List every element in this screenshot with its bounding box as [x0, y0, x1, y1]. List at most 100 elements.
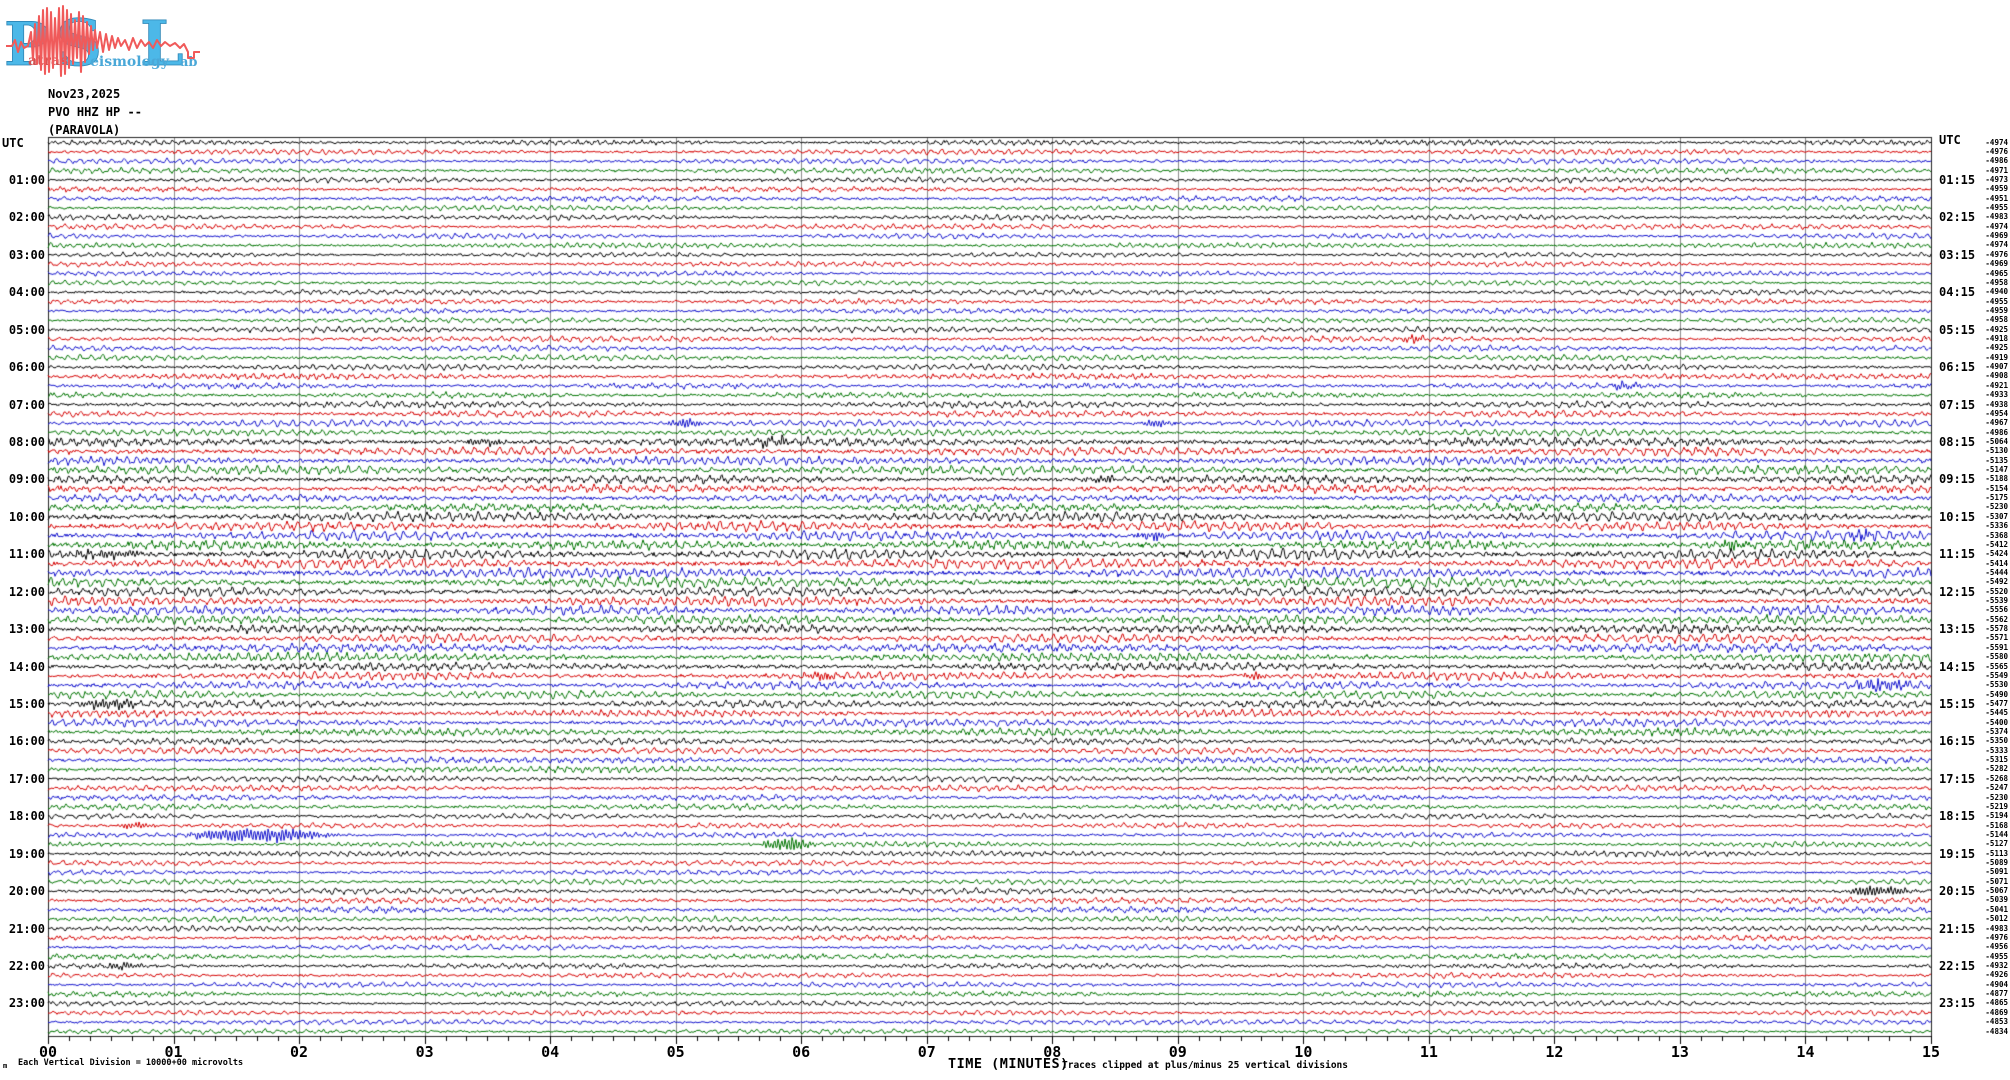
- hour-label-left: 21:00: [8, 921, 45, 936]
- trace-offset-value: -4921: [1985, 380, 2008, 390]
- trace-offset-value: -5230: [1985, 792, 2008, 802]
- hour-label-left: 06:00: [8, 360, 45, 375]
- trace-offset-value: -5064: [1985, 436, 2008, 446]
- trace-offset-value: -5562: [1985, 614, 2008, 624]
- trace-offset-value: -4925: [1985, 324, 2008, 334]
- trace-offset-value: -5520: [1985, 586, 2008, 596]
- corner-glyph: m: [3, 1062, 8, 1070]
- minute-tick-label: 04: [541, 1043, 560, 1061]
- trace-offset-value: -5230: [1985, 502, 2008, 512]
- trace-offset-value: -5268: [1985, 773, 2008, 783]
- trace-offset-value: -4965: [1985, 268, 2008, 278]
- trace-offset-value: -5154: [1985, 483, 2008, 493]
- trace-offset-value: -4959: [1985, 305, 2008, 315]
- hour-label-left: 05:00: [8, 322, 45, 337]
- trace-offset-value: -5490: [1985, 689, 2008, 699]
- trace-offset-value: -4967: [1985, 418, 2008, 428]
- trace-offset-value: -4853: [1985, 1017, 2008, 1027]
- trace-offset-value: -4976: [1985, 146, 2008, 156]
- hour-label-left: 18:00: [8, 809, 45, 824]
- trace-offset-value: -5039: [1985, 895, 2008, 905]
- hour-label-left: 08:00: [8, 434, 45, 449]
- hour-label-left: 23:00: [8, 996, 45, 1011]
- trace-offset-value: -4969: [1985, 259, 2008, 269]
- trace-offset-value: -5580: [1985, 652, 2008, 662]
- hour-label-left: 17:00: [8, 771, 45, 786]
- minute-tick-label: 11: [1419, 1043, 1438, 1061]
- trace-offset-value: -4959: [1985, 184, 2008, 194]
- trace-offset-value: -4954: [1985, 408, 2008, 418]
- trace-offset-value: -5400: [1985, 717, 2008, 727]
- hour-label-left: 13:00: [8, 622, 45, 637]
- trace-offset-value: -4834: [1985, 1026, 2008, 1036]
- trace-offset-value: -5333: [1985, 745, 2008, 755]
- trace-offset-value: -4938: [1985, 399, 2008, 409]
- trace-offset-value: -4865: [1985, 998, 2008, 1008]
- trace-offset-value: -5067: [1985, 886, 2008, 896]
- minute-tick-label: 03: [415, 1043, 434, 1061]
- trace-offset-value: -5350: [1985, 736, 2008, 746]
- trace-offset-value: -4869: [1985, 1007, 2008, 1017]
- trace-offset-value: -4958: [1985, 315, 2008, 325]
- trace-offset-value: -5539: [1985, 596, 2008, 606]
- trace-offset-value: -4955: [1985, 951, 2008, 961]
- trace-offset-value: -5089: [1985, 858, 2008, 868]
- trace-offset-value: -4919: [1985, 352, 2008, 362]
- trace-offset-value: -5549: [1985, 670, 2008, 680]
- trace-offset-value: -5012: [1985, 914, 2008, 924]
- trace-offset-value: -5492: [1985, 577, 2008, 587]
- trace-offset-value: -5247: [1985, 783, 2008, 793]
- trace-offset-value: -4958: [1985, 277, 2008, 287]
- trace-offset-value: -5127: [1985, 839, 2008, 849]
- trace-offset-value: -5041: [1985, 904, 2008, 914]
- hour-label-left: 04:00: [8, 285, 45, 300]
- hour-label-left: 14:00: [8, 659, 45, 674]
- hour-label-left: 09:00: [8, 472, 45, 487]
- minute-tick-label: 09: [1168, 1043, 1187, 1061]
- trace-offset-value: -4918: [1985, 334, 2008, 344]
- trace-offset-value: -4908: [1985, 371, 2008, 381]
- scale-note: Each Vertical Division = 10000+00 microv…: [18, 1058, 244, 1068]
- hour-label-left: 12:00: [8, 584, 45, 599]
- minute-tick-label: 12: [1545, 1043, 1564, 1061]
- hour-label-left: 03:00: [8, 247, 45, 262]
- trace-offset-value: -5412: [1985, 539, 2008, 549]
- trace-offset-value: -5374: [1985, 727, 2008, 737]
- trace-offset-value: -4951: [1985, 193, 2008, 203]
- trace-offset-value: -4976: [1985, 249, 2008, 259]
- minute-tick-label: 10: [1294, 1043, 1313, 1061]
- seismogram-canvas: [0, 0, 2010, 1080]
- trace-offset-value: -5315: [1985, 755, 2008, 765]
- minute-tick-label: 02: [290, 1043, 309, 1061]
- trace-offset-value: -4932: [1985, 961, 2008, 970]
- trace-offset-value: -4974: [1985, 221, 2008, 231]
- trace-offset-value: -4904: [1985, 979, 2008, 989]
- hour-label-left: 02:00: [8, 210, 45, 225]
- trace-offset-value: -5168: [1985, 820, 2008, 830]
- trace-offset-value: -5578: [1985, 624, 2008, 634]
- trace-offset-value: -5424: [1985, 549, 2008, 559]
- trace-offset-value: -5130: [1985, 446, 2008, 456]
- trace-offset-value: -4986: [1985, 427, 2008, 437]
- trace-offset-value: -5556: [1985, 605, 2008, 615]
- trace-offset-value: -5565: [1985, 661, 2008, 671]
- trace-offset-value: -5368: [1985, 530, 2008, 540]
- trace-offset-value: -4933: [1985, 390, 2008, 400]
- trace-offset-value: -5071: [1985, 876, 2008, 886]
- trace-offset-value: -5530: [1985, 680, 2008, 690]
- trace-offset-value: -4973: [1985, 174, 2008, 184]
- trace-offset-value: -4986: [1985, 156, 2008, 166]
- hour-label-left: 10:00: [8, 509, 45, 524]
- hour-label-left: 20:00: [8, 884, 45, 899]
- trace-offset-value: -4925: [1985, 343, 2008, 353]
- trace-offset-value: -4974: [1985, 137, 2008, 147]
- minute-tick-label: 06: [792, 1043, 811, 1061]
- hour-label-left: 16:00: [8, 734, 45, 749]
- trace-offset-value: -5147: [1985, 465, 2008, 475]
- trace-offset-value: -5307: [1985, 511, 2008, 521]
- x-axis-title: TIME (MINUTES): [948, 1056, 1069, 1072]
- trace-offset-value: -4907: [1985, 362, 2008, 372]
- trace-offset-value: -4955: [1985, 296, 2008, 306]
- trace-offset-value: -5591: [1985, 642, 2008, 652]
- trace-offset-value: -5444: [1985, 567, 2008, 577]
